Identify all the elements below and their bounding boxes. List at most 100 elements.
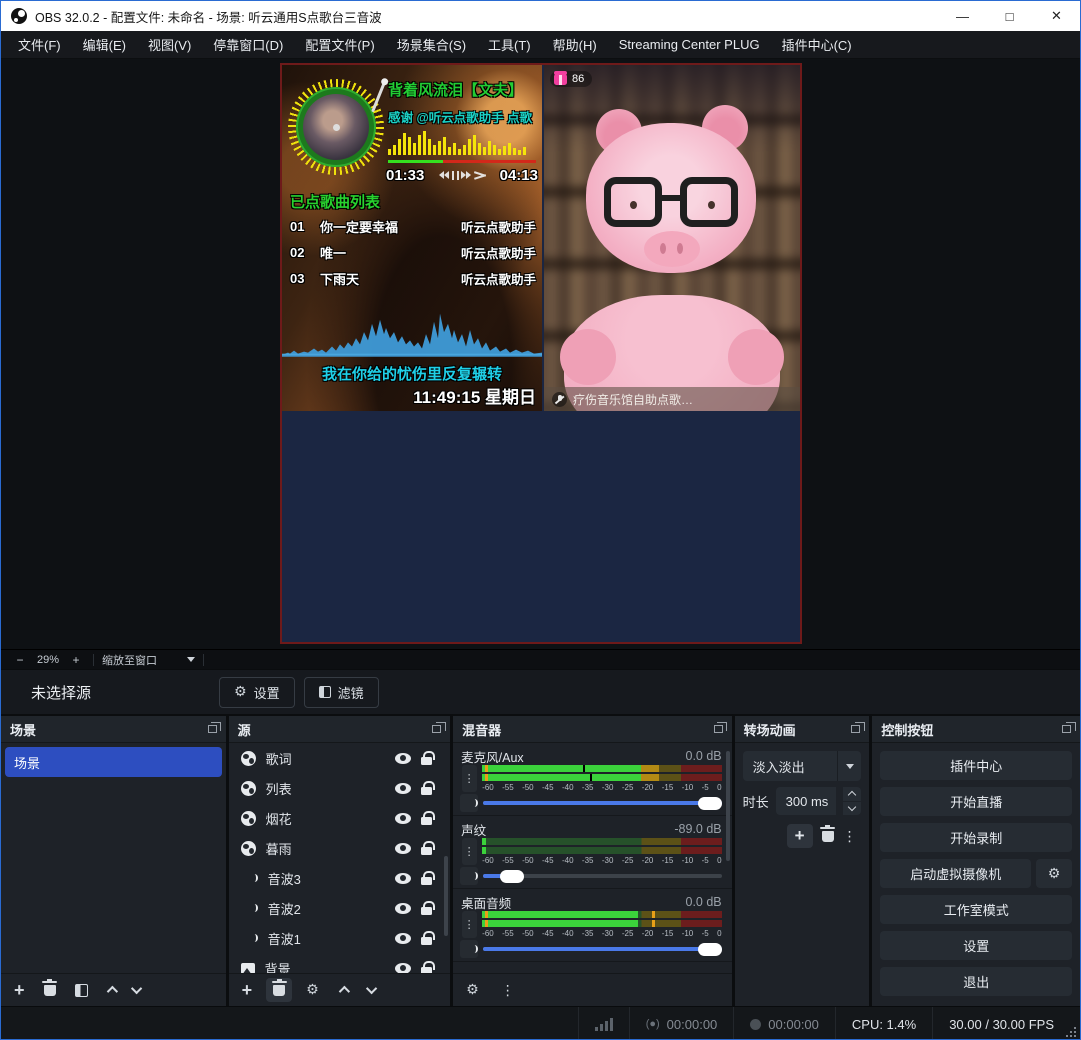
previous-icon (439, 171, 450, 180)
source-row-3[interactable]: 暮雨 (229, 833, 451, 863)
zoom-out-button[interactable]: − (11, 653, 29, 667)
source-row-6[interactable]: 音波1 (229, 923, 451, 953)
properties-button[interactable]: ⚙ 设置 (219, 677, 295, 708)
lock-icon[interactable] (421, 757, 432, 765)
scene-list-item[interactable]: 场景 (5, 747, 222, 777)
channel-options-handle[interactable]: ⋮ (462, 838, 477, 865)
lock-icon[interactable] (421, 787, 432, 795)
lock-icon[interactable] (421, 937, 432, 945)
virtual-camera-config-button[interactable]: ⚙ (1036, 859, 1072, 888)
lock-icon[interactable] (421, 847, 432, 855)
song-row: 01你一定要幸福听云点歌助手 (290, 217, 536, 236)
add-scene-button[interactable]: + (14, 981, 25, 999)
control-button-5[interactable]: 设置 (880, 931, 1072, 960)
popout-icon[interactable] (432, 725, 441, 733)
browser-source-icon (241, 811, 256, 826)
control-button-1[interactable]: 开始直播 (880, 787, 1072, 816)
menu-item-9[interactable]: 插件中心(C) (771, 31, 863, 58)
control-button-2[interactable]: 开始录制 (880, 823, 1072, 852)
menu-item-5[interactable]: 场景集合(S) (386, 31, 477, 58)
transition-select[interactable]: 淡入淡出 (743, 751, 862, 781)
mute-button[interactable] (460, 940, 478, 958)
control-button-0[interactable]: 插件中心 (880, 751, 1072, 780)
add-source-button[interactable]: + (242, 981, 253, 999)
lock-icon[interactable] (421, 907, 432, 915)
visibility-icon[interactable] (395, 933, 411, 944)
mute-button[interactable] (460, 867, 478, 885)
zoom-in-button[interactable]: + (67, 653, 85, 667)
filters-button[interactable]: 滤镜 (304, 677, 379, 708)
move-source-down-button[interactable] (366, 983, 377, 994)
visibility-icon[interactable] (395, 963, 411, 974)
menu-item-1[interactable]: 编辑(E) (72, 31, 137, 58)
mute-button[interactable] (460, 794, 478, 812)
visibility-icon[interactable] (395, 843, 411, 854)
channel-options-handle[interactable]: ⋮ (462, 911, 477, 938)
time-total: 04:13 (500, 167, 538, 184)
remove-scene-button[interactable] (44, 985, 56, 996)
mixer-dock-title: 混音器 (462, 720, 501, 739)
menu-item-0[interactable]: 文件(F) (7, 31, 72, 58)
close-button[interactable]: ✕ (1033, 1, 1080, 31)
remove-transition-button[interactable] (822, 831, 834, 842)
volume-slider[interactable] (483, 947, 721, 951)
menu-item-7[interactable]: 帮助(H) (542, 31, 608, 58)
control-button-3[interactable]: 启动虚拟摄像机 (880, 859, 1031, 888)
audio-source-icon (241, 902, 258, 914)
fit-to-window[interactable]: 缩放至窗口 (102, 652, 157, 668)
volume-slider[interactable] (483, 874, 721, 878)
mixer-menu-button[interactable]: ⋮ (501, 985, 515, 995)
popout-icon[interactable] (208, 725, 217, 733)
visibility-icon[interactable] (395, 753, 411, 764)
move-source-up-button[interactable] (338, 986, 349, 997)
move-scene-down-button[interactable] (130, 983, 141, 994)
duration-down-button[interactable] (843, 802, 861, 816)
remove-source-button[interactable] (266, 978, 292, 1002)
minimize-button[interactable]: — (939, 1, 986, 31)
menu-item-6[interactable]: 工具(T) (477, 31, 542, 58)
lock-icon[interactable] (421, 817, 432, 825)
transition-menu-button[interactable]: ⋮ (843, 831, 857, 841)
lock-icon[interactable] (421, 967, 432, 974)
scene-filters-button[interactable] (75, 984, 88, 997)
menu-item-2[interactable]: 视图(V) (137, 31, 202, 58)
channel-options-handle[interactable]: ⋮ (462, 765, 477, 792)
source-row-1[interactable]: 列表 (229, 773, 451, 803)
gift-badge: 86 (550, 71, 592, 87)
maximize-button[interactable]: □ (986, 1, 1033, 31)
visibility-icon[interactable] (395, 813, 411, 824)
menu-item-3[interactable]: 停靠窗口(D) (202, 31, 294, 58)
source-row-4[interactable]: 音波3 (229, 863, 451, 893)
source-row-7[interactable]: 背景 (229, 953, 451, 973)
mixer-scrollbar[interactable] (726, 751, 730, 861)
resize-grip[interactable] (1066, 1027, 1076, 1037)
visibility-icon[interactable] (395, 783, 411, 794)
popout-icon[interactable] (851, 725, 860, 733)
source-row-5[interactable]: 音波2 (229, 893, 451, 923)
move-scene-up-button[interactable] (106, 986, 117, 997)
source-row-0[interactable]: 歌词 (229, 743, 451, 773)
scene-preview[interactable]: 背着风流泪【文夫】 感谢 @听云点歌助手 点歌 01:33 04:13 已点歌曲… (280, 63, 802, 644)
popout-icon[interactable] (1062, 725, 1071, 733)
preview-canvas[interactable]: 背着风流泪【文夫】 感谢 @听云点歌助手 点歌 01:33 04:13 已点歌曲… (1, 59, 1080, 649)
menu-item-8[interactable]: Streaming Center PLUG (608, 31, 771, 58)
visibility-icon[interactable] (395, 873, 411, 884)
advanced-audio-button[interactable]: ⚙ (466, 982, 479, 998)
chevron-down-icon[interactable] (187, 657, 195, 662)
add-transition-button[interactable]: + (787, 824, 813, 848)
obs-logo-icon (11, 8, 27, 24)
duration-up-button[interactable] (843, 787, 861, 801)
visibility-icon[interactable] (395, 903, 411, 914)
duration-input[interactable]: 300 ms (776, 787, 837, 815)
record-timer: 00:00:00 (733, 1007, 835, 1040)
source-row-2[interactable]: 烟花 (229, 803, 451, 833)
volume-slider[interactable] (483, 801, 721, 805)
song-list: 01你一定要幸福听云点歌助手02唯一听云点歌助手03下雨天听云点歌助手 (290, 217, 536, 295)
sources-scrollbar[interactable] (444, 856, 448, 936)
lock-icon[interactable] (421, 877, 432, 885)
control-button-6[interactable]: 退出 (880, 967, 1072, 996)
source-properties-button[interactable]: ⚙ (306, 982, 319, 998)
menu-item-4[interactable]: 配置文件(P) (294, 31, 385, 58)
control-button-4[interactable]: 工作室模式 (880, 895, 1072, 924)
popout-icon[interactable] (714, 725, 723, 733)
